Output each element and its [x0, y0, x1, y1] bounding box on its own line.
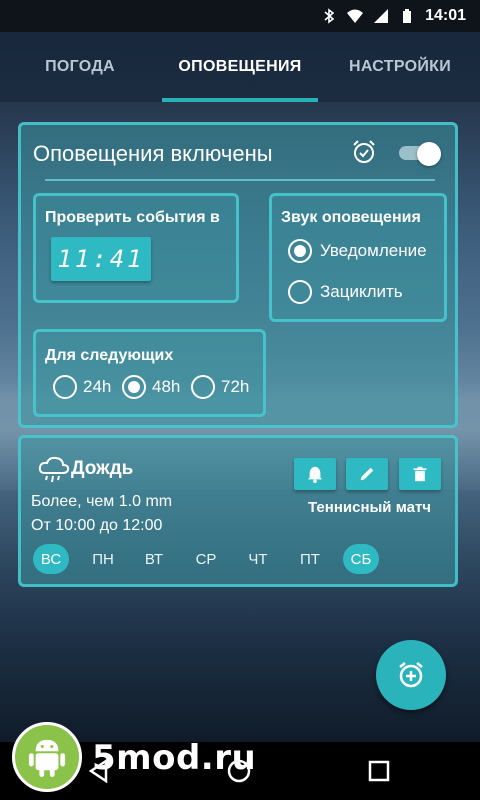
day-wed[interactable]: СР: [188, 544, 224, 574]
next-period-label: Для следующих: [45, 347, 174, 364]
alerts-settings-card: Оповещения включены Проверить события в …: [18, 122, 458, 428]
period-option-label: 72h: [221, 377, 250, 396]
period-option-72h[interactable]: 72h: [191, 375, 249, 399]
android-icon: [28, 739, 66, 777]
delete-button[interactable]: [399, 458, 441, 490]
tab-weather[interactable]: ПОГОДА: [0, 32, 160, 102]
tab-alerts[interactable]: ОПОВЕЩЕНИЯ: [160, 32, 320, 102]
alarm-clock-icon: [353, 140, 375, 163]
edit-button[interactable]: [346, 458, 388, 490]
day-sun[interactable]: ВС: [33, 544, 69, 574]
tab-bar: ПОГОДА ОПОВЕЩЕНИЯ НАСТРОЙКИ: [0, 32, 480, 102]
event-name: Теннисный матч: [308, 499, 431, 516]
event-condition: Более, чем 1.0 mm: [31, 493, 173, 510]
toggle-thumb: [417, 142, 441, 166]
wifi-icon: [347, 9, 364, 23]
check-events-label: Проверить события в: [45, 209, 220, 226]
next-period-box: Для следующих 24h 48h 72h: [33, 329, 266, 417]
add-alarm-fab[interactable]: [376, 640, 446, 710]
check-events-box: Проверить события в 11:41: [33, 193, 239, 303]
add-alarm-icon: [399, 662, 423, 688]
period-option-label: 24h: [83, 377, 112, 396]
period-option-48h[interactable]: 48h: [122, 375, 180, 399]
radio-unselected: [53, 375, 77, 399]
day-mon[interactable]: ПН: [85, 544, 121, 574]
notify-button[interactable]: [294, 458, 336, 490]
period-option-24h[interactable]: 24h: [53, 375, 111, 399]
period-option-label: 48h: [152, 377, 181, 396]
status-bar: 14:01: [0, 0, 480, 32]
watermark-text: 5mod.ru: [92, 738, 257, 778]
check-time-button[interactable]: 11:41: [51, 237, 151, 281]
signal-icon: [374, 9, 389, 23]
alert-sound-label: Звук оповещения: [281, 209, 421, 226]
radio-selected: [288, 239, 312, 263]
trash-icon: [413, 466, 427, 482]
rain-cloud-icon: [38, 456, 70, 483]
pencil-icon: [360, 467, 374, 481]
bluetooth-icon: [324, 8, 335, 24]
radio-unselected: [191, 375, 215, 399]
tab-settings[interactable]: НАСТРОЙКИ: [320, 32, 480, 102]
sound-option-label: Уведомление: [320, 241, 427, 260]
day-sat[interactable]: СБ: [343, 544, 379, 574]
radio-selected: [122, 375, 146, 399]
battery-icon: [403, 9, 412, 23]
watermark-android-logo: [12, 722, 82, 792]
day-fri[interactable]: ПТ: [292, 544, 328, 574]
title-divider: [45, 179, 435, 181]
sound-option-notification[interactable]: Уведомление: [288, 239, 427, 263]
radio-unselected: [288, 280, 312, 304]
sound-option-loop[interactable]: Зациклить: [288, 280, 403, 304]
event-title: Дождь: [71, 458, 134, 479]
recents-icon[interactable]: [366, 758, 392, 784]
day-tue[interactable]: ВТ: [136, 544, 172, 574]
day-thu[interactable]: ЧТ: [240, 544, 276, 574]
weather-event-card[interactable]: Дождь Более, чем 1.0 mm От 10:00 до 12:0…: [18, 435, 458, 587]
alerts-enabled-title: Оповещения включены: [33, 141, 273, 166]
alerts-toggle[interactable]: [399, 142, 441, 166]
event-time-range: От 10:00 до 12:00: [31, 517, 163, 534]
bell-icon: [307, 466, 323, 483]
alert-sound-box: Звук оповещения Уведомление Зациклить: [269, 193, 447, 322]
status-time: 14:01: [425, 7, 466, 24]
sound-option-label: Зациклить: [320, 282, 403, 301]
